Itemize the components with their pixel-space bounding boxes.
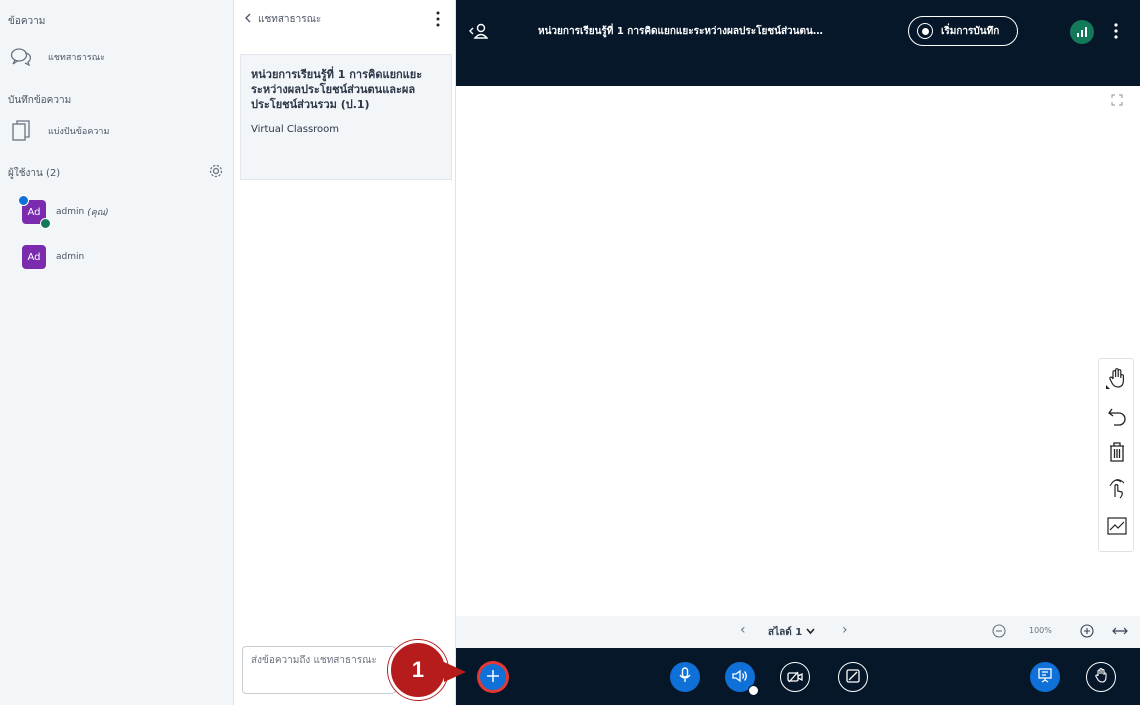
user-name: admin: [56, 252, 85, 262]
trash-icon[interactable]: [1106, 441, 1128, 463]
user-list-sidebar: ข้อความ แชทสาธารณะ บันทึกข้อความ แบ่งปัน…: [0, 0, 234, 705]
messages-section-title: ข้อความ: [8, 16, 46, 27]
camera-button[interactable]: [780, 662, 810, 692]
gear-icon[interactable]: [208, 163, 224, 179]
welcome-subtitle: Virtual Classroom: [251, 124, 340, 135]
next-slide-button[interactable]: ›: [842, 622, 848, 638]
slide-selector[interactable]: สไลด์ 1: [768, 625, 815, 640]
record-icon: [917, 23, 933, 39]
screen-share-off-icon: [846, 668, 860, 687]
multi-user-whiteboard-icon[interactable]: [1106, 477, 1128, 499]
raise-hand-icon: [1093, 667, 1109, 687]
sidebar-item-label: แชทสาธารณะ: [48, 53, 105, 63]
user-name: admin: [56, 207, 85, 217]
audio-settings-badge-icon: [748, 685, 759, 696]
welcome-message: หน่วยการเรียนรู้ที่ 1 การคิดแยกแยะระหว่า…: [240, 54, 452, 180]
record-label: เริ่มการบันทึก: [941, 25, 1000, 37]
microphone-icon: [679, 667, 691, 687]
user-list-toggle-icon[interactable]: [468, 22, 489, 40]
meeting-title: หน่วยการเรียนรู้ที่ 1 การคิดแยกแยะระหว่า…: [538, 26, 823, 37]
step-marker: 1: [388, 640, 448, 700]
welcome-title: หน่วยการเรียนรู้ที่ 1 การคิดแยกแยะระหว่า…: [251, 68, 423, 111]
chat-options-icon[interactable]: [433, 10, 443, 28]
connection-status-icon[interactable]: [1070, 20, 1094, 44]
audio-button[interactable]: [725, 662, 759, 696]
screen-share-button[interactable]: [838, 662, 868, 692]
chat-bubbles-icon: [8, 44, 34, 70]
top-navbar: หน่วยการเรียนรู้ที่ 1 การคิดแยกแยะระหว่า…: [456, 0, 1140, 86]
moderator-badge-icon: [40, 218, 51, 229]
fullscreen-icon[interactable]: [1110, 92, 1124, 106]
app-window: ข้อความ แชทสาธารณะ บันทึกข้อความ แบ่งปัน…: [0, 0, 1140, 705]
chart-line-icon[interactable]: [1106, 515, 1128, 537]
sidebar-item-label: แบ่งปันข้อความ: [48, 127, 110, 137]
action-bar: [456, 648, 1140, 705]
chat-title: แชทสาธารณะ: [258, 14, 322, 25]
presentation-area: หน่วยการเรียนรู้ที่ 1 การคิดแยกแยะระหว่า…: [456, 0, 1140, 705]
user-list-item[interactable]: Ad admin: [22, 245, 84, 269]
fit-to-width-icon[interactable]: [1112, 624, 1128, 638]
presentation-icon: [1037, 667, 1053, 687]
presenter-badge-icon: [18, 195, 29, 206]
notes-pages-icon: [8, 118, 34, 144]
sidebar-item-public-chat[interactable]: แชทสาธารณะ: [8, 44, 105, 70]
undo-icon[interactable]: [1106, 405, 1128, 427]
raise-hand-button[interactable]: [1086, 662, 1116, 692]
step-marker-arrow: [444, 662, 466, 682]
zoom-level[interactable]: 100%: [1029, 626, 1052, 635]
avatar-initials: Ad: [27, 251, 41, 263]
plus-icon: [486, 668, 500, 687]
options-menu-icon[interactable]: [1112, 22, 1120, 40]
avatar: Ad: [18, 195, 51, 229]
annotation-toolbar: [1098, 358, 1134, 552]
previous-slide-button[interactable]: ‹: [740, 622, 746, 638]
chat-input-placeholder: ส่งข้อความถึง แชทสาธารณะ: [251, 655, 377, 666]
user-list-item[interactable]: Ad admin (คุณ): [18, 195, 109, 229]
presentation-toggle-button[interactable]: [1030, 662, 1060, 692]
users-section-title: ผู้ใช้งาน (2): [8, 168, 61, 179]
presentation-slide: [456, 86, 1140, 616]
chat-header[interactable]: แชทสาธารณะ: [244, 12, 321, 27]
chat-message-input[interactable]: ส่งข้อความถึง แชทสาธารณะ: [242, 646, 396, 694]
user-self-tag: (คุณ): [87, 208, 109, 218]
slide-label: สไลด์ 1: [768, 627, 803, 638]
notes-section-title: บันทึกข้อความ: [8, 95, 72, 106]
slide-controls: ‹ สไลด์ 1 › 100%: [456, 616, 1140, 648]
start-recording-button[interactable]: เริ่มการบันทึก: [908, 16, 1018, 46]
zoom-out-icon[interactable]: [992, 624, 1006, 638]
zoom-in-icon[interactable]: [1080, 624, 1094, 638]
hand-pan-icon[interactable]: [1106, 367, 1128, 389]
speaker-icon: [732, 668, 748, 687]
chevron-left-icon: [244, 13, 252, 26]
public-chat-panel: แชทสาธารณะ หน่วยการเรียนรู้ที่ 1 การคิดแ…: [234, 0, 456, 705]
sidebar-item-shared-notes[interactable]: แบ่งปันข้อความ: [8, 118, 109, 144]
chevron-down-icon: [806, 627, 815, 638]
avatar-initials: Ad: [27, 206, 41, 218]
camera-off-icon: [787, 668, 803, 687]
avatar: Ad: [22, 245, 46, 269]
microphone-button[interactable]: [670, 662, 700, 692]
actions-plus-button[interactable]: [478, 662, 508, 692]
